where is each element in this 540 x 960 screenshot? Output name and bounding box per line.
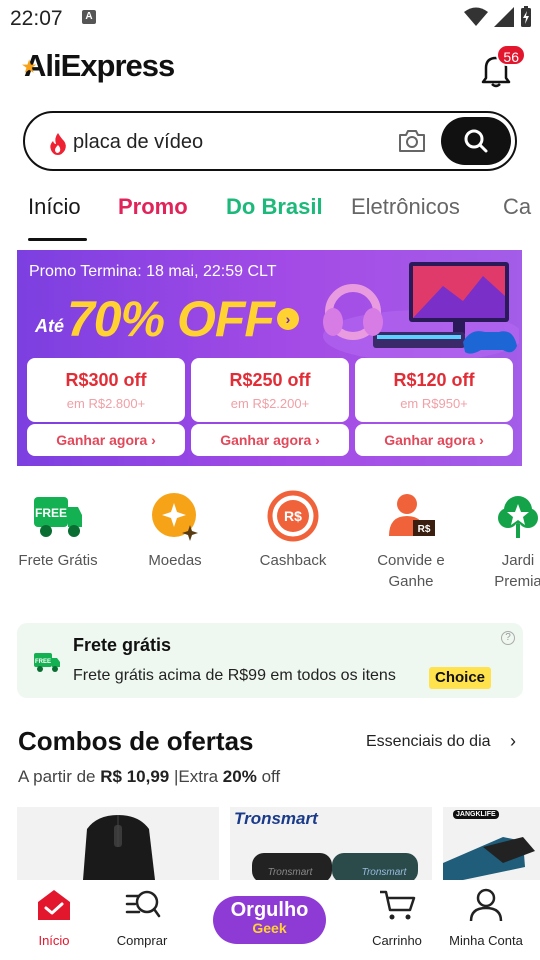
coupon-card[interactable]: R$300 off em R$2.800+ [27,358,185,422]
coupon-amount: R$120 off [393,370,475,390]
home-icon [38,890,70,920]
quick-link-frete-gratis[interactable]: FREE Frete Grátis [8,490,108,571]
coupon-minimum: em R$2.800+ [66,396,146,411]
svg-text:R$: R$ [284,508,302,524]
svg-text:Tronsmart: Tronsmart [268,867,314,878]
quick-link-cashback[interactable]: R$ Cashback [243,490,343,571]
quick-link-label: Jardi Premia [494,552,540,590]
coupon-card[interactable]: R$120 off em R$950+ [355,358,513,422]
get-coupon-button[interactable]: Ganhar agora › [191,424,349,456]
nav-shop-label: Comprar [116,933,168,948]
nav-account[interactable]: Minha Conta [444,888,528,948]
speaker-product-image: Tronsmart Tronsmart [252,853,418,880]
product-card-mouse[interactable] [17,807,219,880]
gaming-setup-illustration [323,262,519,362]
notification-app-icon: A [82,10,96,24]
chevron-right-icon[interactable]: › [510,731,516,752]
nav-account-label: Minha Conta [449,933,523,948]
promo-discount: 70% OFF [67,291,275,347]
quick-link-label: Moedas [148,552,202,569]
battery-icon [521,6,531,27]
quick-link-convide-e-ganhe[interactable]: R$ Convide e Ganhe [361,490,461,592]
search-input[interactable] [73,129,373,155]
tab-more[interactable]: Ca [503,194,531,220]
nav-home[interactable]: Início [24,888,84,948]
quick-link-label: Frete Grátis [18,552,98,569]
product-card-speaker[interactable]: Tronsmart Tronsmart Tronsmart [230,807,432,880]
notification-count-badge: 56 [496,44,526,66]
search-icon [464,129,488,153]
svg-text:FREE: FREE [35,659,51,665]
coupon-minimum: em R$950+ [400,396,468,411]
aliexpress-logo: ★ AliExpress [22,48,175,83]
nav-home-label: Início [38,933,70,948]
combos-subtitle: A partir de R$ 10,99 |Extra 20% off [18,767,281,786]
search-bar[interactable] [23,111,517,171]
active-tab-indicator [28,238,87,241]
status-time: 22:07 [10,7,63,30]
logo-star-icon: ★ [22,59,36,76]
svg-text:Tronsmart: Tronsmart [362,867,408,878]
nav-cart-label: Carrinho [372,933,422,948]
cashback-icon: R$ [267,490,319,542]
orgulho-geek-button[interactable]: Orgulho Geek [213,896,326,944]
search-button[interactable] [441,117,511,165]
account-icon [469,888,503,922]
garden-icon [492,490,540,542]
promo-banner[interactable]: Promo Termina: 18 mai, 22:59 CLT Até 70%… [17,250,522,466]
choice-badge: Choice [429,667,492,689]
nav-shop[interactable]: Comprar [110,888,174,948]
promo-arrow-icon[interactable]: › [277,308,299,330]
screwdriver-product-image [443,837,535,880]
nav-cart[interactable]: Carrinho [366,888,428,948]
signal-icon [494,7,514,27]
mouse-product-image [83,815,155,880]
cart-icon [380,890,416,920]
get-coupon-button[interactable]: Ganhar agora › [355,424,513,456]
quick-link-label: Convide e Ganhe [377,552,445,590]
combos-title: Combos de ofertas [18,726,254,756]
quick-link-label: Cashback [259,552,327,569]
orgulho-subtitle: Geek [252,920,287,936]
product-card-screwdriver[interactable]: JANGKLIFE [443,807,540,880]
shop-search-icon [125,890,161,918]
coupon-amount: R$300 off [65,370,147,390]
get-coupon-button[interactable]: Ganhar agora › [27,424,185,456]
category-tabs: Início Promo Do Brasil Eletrônicos Ca [0,190,540,242]
tab-promo[interactable]: Promo [118,194,188,220]
orgulho-title: Orgulho [230,899,309,921]
camera-search-icon[interactable] [397,127,427,155]
coupon-card[interactable]: R$250 off em R$2.200+ [191,358,349,422]
fire-icon [50,133,66,155]
free-shipping-description: Frete grátis acima de R$99 em todos os i… [73,667,396,684]
promo-end-time: Promo Termina: 18 mai, 22:59 CLT [29,263,277,280]
wifi-icon [464,7,488,26]
coupon-amount: R$250 off [229,370,311,390]
daily-essentials-link[interactable]: Essenciais do dia [366,733,491,751]
help-icon[interactable]: ? [501,631,515,645]
quick-link-jardim-premiado[interactable]: Jardi Premia [478,490,540,592]
quick-link-moedas[interactable]: Moedas [125,490,225,571]
svg-text:R$: R$ [418,524,431,535]
free-truck-icon: FREE [32,490,84,542]
bottom-navigation: Início Comprar Orgulho Geek Carrinho Min… [0,880,540,960]
invite-icon: R$ [385,490,437,542]
free-shipping-truck-icon: FREE [34,653,60,672]
promo-upto-label: Até [35,316,65,336]
tab-eletronicos[interactable]: Eletrônicos [351,194,460,220]
svg-text:FREE: FREE [35,506,67,520]
tab-inicio[interactable]: Início [28,194,81,220]
coupon-minimum: em R$2.200+ [230,396,310,411]
tab-do-brasil[interactable]: Do Brasil [226,194,323,220]
free-shipping-title: Frete grátis [73,635,172,655]
status-bar: 22:07 A [0,0,540,36]
coin-icon [149,490,201,542]
free-shipping-card[interactable]: FREE Frete grátis Frete grátis acima de … [17,623,523,698]
